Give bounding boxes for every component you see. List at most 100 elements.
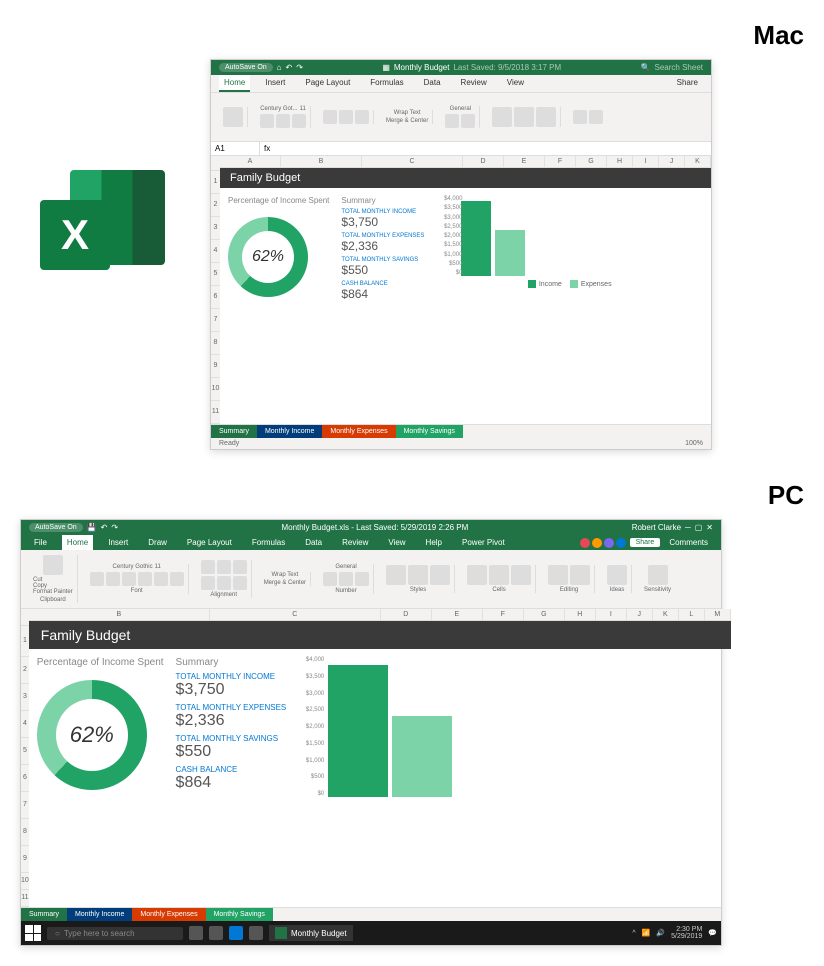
align-right-icon[interactable] xyxy=(355,110,369,124)
sheet-tab-expenses[interactable]: Monthly Expenses xyxy=(132,908,205,921)
menu-page-layout[interactable]: Page Layout xyxy=(300,75,355,92)
ideas-icon[interactable] xyxy=(607,565,627,585)
explorer-icon[interactable] xyxy=(249,926,263,940)
volume-icon[interactable]: 🔊 xyxy=(656,929,665,937)
percent-icon[interactable] xyxy=(461,114,475,128)
italic-icon[interactable] xyxy=(276,114,290,128)
row-header[interactable]: 1 xyxy=(21,626,29,657)
autosave-toggle[interactable]: AutoSave On xyxy=(29,523,83,532)
cortana-icon[interactable] xyxy=(189,926,203,940)
network-icon[interactable]: 📶 xyxy=(642,929,651,937)
align-left-icon[interactable] xyxy=(323,110,337,124)
sheet-tab-savings[interactable]: Monthly Savings xyxy=(396,425,463,438)
align-icon[interactable] xyxy=(233,576,247,590)
col-header[interactable]: H xyxy=(565,609,596,620)
save-icon[interactable]: 💾 xyxy=(87,523,97,532)
insert-cells-icon[interactable] xyxy=(467,565,487,585)
align-icon[interactable] xyxy=(217,576,231,590)
row-header[interactable]: 4 xyxy=(21,711,29,738)
row-header[interactable]: 11 xyxy=(211,401,220,424)
wrap-text-button[interactable]: Wrap Text xyxy=(271,572,298,578)
col-header[interactable]: C xyxy=(210,609,381,620)
conditional-format-icon[interactable] xyxy=(386,565,406,585)
redo-icon[interactable]: ↷ xyxy=(111,523,118,532)
col-header[interactable]: B xyxy=(29,609,210,620)
cell-styles-icon[interactable] xyxy=(430,565,450,585)
col-header[interactable]: C xyxy=(362,156,463,167)
row-header[interactable]: 3 xyxy=(21,684,29,711)
name-box[interactable]: A1 xyxy=(211,142,260,155)
tray-icon[interactable]: ^ xyxy=(632,930,635,937)
col-header[interactable]: B xyxy=(281,156,362,167)
col-header[interactable]: M xyxy=(705,609,731,620)
number-format-select[interactable]: General xyxy=(450,106,471,112)
percent-icon[interactable] xyxy=(339,572,353,586)
menu-draw[interactable]: Draw xyxy=(143,535,172,550)
task-view-icon[interactable] xyxy=(209,926,223,940)
col-header[interactable]: J xyxy=(627,609,653,620)
row-header[interactable]: 3 xyxy=(211,217,220,240)
row-header[interactable]: 8 xyxy=(21,819,29,846)
save-icon[interactable]: ⌂ xyxy=(277,63,282,72)
insert-cells-icon[interactable] xyxy=(573,110,587,124)
wrap-text-button[interactable]: Wrap Text xyxy=(394,110,421,116)
share-button[interactable]: Share xyxy=(672,75,703,92)
row-header[interactable]: 8 xyxy=(211,332,220,355)
bold-icon[interactable] xyxy=(90,572,104,586)
italic-icon[interactable] xyxy=(106,572,120,586)
minimize-icon[interactable]: ─ xyxy=(685,523,691,532)
menu-review[interactable]: Review xyxy=(456,75,492,92)
format-cells-icon[interactable] xyxy=(511,565,531,585)
underline-icon[interactable] xyxy=(122,572,136,586)
merge-center-button[interactable]: Merge & Center xyxy=(386,118,428,124)
row-header[interactable]: 5 xyxy=(21,738,29,765)
align-icon[interactable] xyxy=(201,560,215,574)
menu-data[interactable]: Data xyxy=(300,535,327,550)
user-name[interactable]: Robert Clarke xyxy=(632,523,681,532)
currency-icon[interactable] xyxy=(445,114,459,128)
comments-button[interactable]: Comments xyxy=(664,535,713,550)
find-select-icon[interactable] xyxy=(570,565,590,585)
col-header[interactable]: I xyxy=(633,156,659,167)
format-painter-button[interactable]: Format Painter xyxy=(33,589,73,595)
sheet-tab-income[interactable]: Monthly Income xyxy=(67,908,132,921)
font-name-select[interactable]: Century Got... xyxy=(260,106,297,112)
bold-icon[interactable] xyxy=(260,114,274,128)
col-header[interactable]: F xyxy=(483,609,524,620)
format-table-icon[interactable] xyxy=(514,107,534,127)
sheet-tab-savings[interactable]: Monthly Savings xyxy=(206,908,273,921)
delete-cells-icon[interactable] xyxy=(589,110,603,124)
currency-icon[interactable] xyxy=(323,572,337,586)
search-icon[interactable]: 🔍 xyxy=(641,63,651,72)
sheet-tab-summary[interactable]: Summary xyxy=(211,425,257,438)
taskbar-excel[interactable]: Monthly Budget xyxy=(269,925,353,941)
menu-formulas[interactable]: Formulas xyxy=(365,75,408,92)
align-icon[interactable] xyxy=(201,576,215,590)
menu-formulas[interactable]: Formulas xyxy=(247,535,290,550)
search-input[interactable]: Search Sheet xyxy=(655,63,703,72)
col-header[interactable]: K xyxy=(685,156,711,167)
align-icon[interactable] xyxy=(217,560,231,574)
menu-page-layout[interactable]: Page Layout xyxy=(182,535,237,550)
sensitivity-icon[interactable] xyxy=(648,565,668,585)
col-header[interactable]: K xyxy=(653,609,679,620)
zoom-control[interactable]: 100% xyxy=(685,440,703,447)
align-icon[interactable] xyxy=(233,560,247,574)
share-button[interactable]: Share xyxy=(630,538,661,547)
redo-icon[interactable]: ↷ xyxy=(296,63,303,72)
col-header[interactable]: D xyxy=(463,156,504,167)
col-header[interactable]: L xyxy=(679,609,705,620)
edge-icon[interactable] xyxy=(229,926,243,940)
number-format-select[interactable]: General xyxy=(335,564,356,570)
menu-power-pivot[interactable]: Power Pivot xyxy=(457,535,510,550)
row-header[interactable]: 10 xyxy=(21,873,29,890)
border-icon[interactable] xyxy=(138,572,152,586)
row-header[interactable]: 7 xyxy=(211,309,220,332)
fill-icon[interactable] xyxy=(154,572,168,586)
conditional-format-icon[interactable] xyxy=(492,107,512,127)
row-header[interactable]: 11 xyxy=(21,890,29,907)
sheet-tab-expenses[interactable]: Monthly Expenses xyxy=(322,425,395,438)
font-size-select[interactable]: 11 xyxy=(300,106,306,112)
col-header[interactable]: E xyxy=(432,609,483,620)
start-button[interactable] xyxy=(25,925,41,941)
